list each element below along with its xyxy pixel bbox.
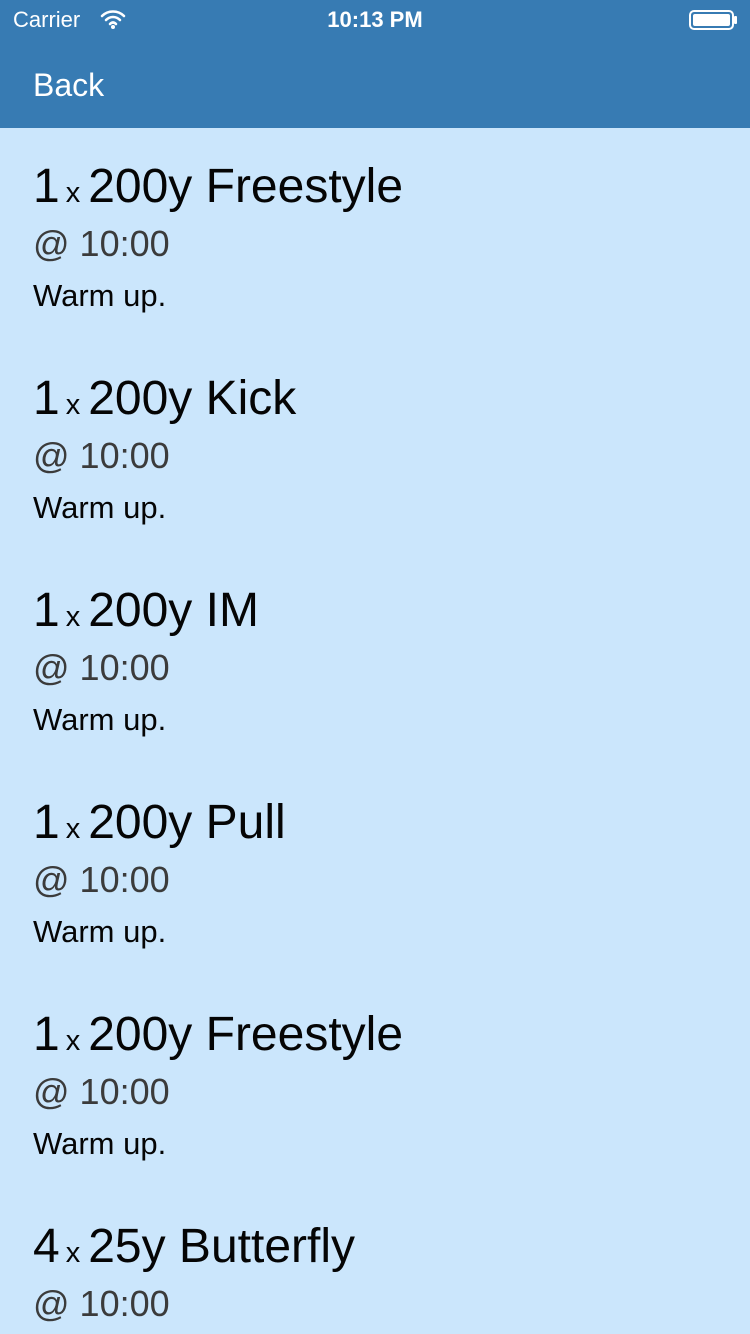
set-reps: 1 — [33, 1008, 61, 1061]
list-item[interactable]: 1 x 200y Freestyle @ 10:00 Warm up. — [33, 976, 723, 1188]
status-bar: Carrier 10:13 PM — [0, 0, 750, 40]
list-item[interactable]: 1 x 200y IM @ 10:00 Warm up. — [33, 552, 723, 764]
times-symbol: x — [65, 1025, 81, 1057]
navigation-bar: Carrier 10:13 PM Back — [0, 0, 750, 128]
set-description: 25y Butterfly — [88, 1220, 355, 1273]
set-title: 1 x 200y Pull — [33, 795, 286, 851]
set-description: 200y Pull — [88, 796, 286, 849]
list-item[interactable]: 4 x 25y Butterfly @ 10:00 — [33, 1188, 723, 1334]
set-note: Warm up. — [33, 490, 167, 525]
set-interval: @ 10:00 — [33, 647, 170, 688]
workout-set-list: 1 x 200y Freestyle @ 10:00 Warm up. 1 x 200y… — [0, 128, 750, 1334]
times-symbol: x — [65, 1237, 81, 1269]
set-interval: @ 10:00 — [33, 223, 170, 264]
set-description: 200y IM — [88, 584, 259, 637]
times-symbol: x — [65, 601, 81, 633]
set-note: Warm up. — [33, 914, 167, 949]
set-title: 4 x 25y Butterfly — [33, 1219, 355, 1275]
set-description: 200y Freestyle — [88, 1008, 404, 1061]
set-reps: 1 — [33, 796, 61, 849]
set-description: 200y Kick — [88, 372, 297, 425]
set-interval: @ 10:00 — [33, 1283, 170, 1324]
set-note: Warm up. — [33, 702, 167, 737]
set-note: Warm up. — [33, 278, 167, 313]
set-description: 200y Freestyle — [88, 160, 404, 213]
list-item[interactable]: 1 x 200y Kick @ 10:00 Warm up. — [33, 340, 723, 552]
set-interval: @ 10:00 — [33, 1071, 170, 1112]
set-title: 1 x 200y IM — [33, 583, 259, 639]
set-interval: @ 10:00 — [33, 435, 170, 476]
list-item[interactable]: 1 x 200y Freestyle @ 10:00 Warm up. — [33, 128, 723, 340]
set-interval: @ 10:00 — [33, 859, 170, 900]
times-symbol: x — [65, 389, 81, 421]
times-symbol: x — [65, 177, 81, 209]
set-reps: 1 — [33, 372, 61, 425]
set-note: Warm up. — [33, 1126, 167, 1161]
set-title: 1 x 200y Freestyle — [33, 1007, 403, 1063]
set-reps: 4 — [33, 1220, 61, 1273]
battery-icon — [689, 10, 738, 30]
list-item[interactable]: 1 x 200y Pull @ 10:00 Warm up. — [33, 764, 723, 976]
set-reps: 1 — [33, 160, 61, 213]
status-time: 10:13 PM — [327, 7, 423, 32]
back-button[interactable]: Back — [33, 66, 104, 104]
set-title: 1 x 200y Freestyle — [33, 159, 403, 215]
times-symbol: x — [65, 813, 81, 845]
set-title: 1 x 200y Kick — [33, 371, 296, 427]
set-reps: 1 — [33, 584, 61, 637]
